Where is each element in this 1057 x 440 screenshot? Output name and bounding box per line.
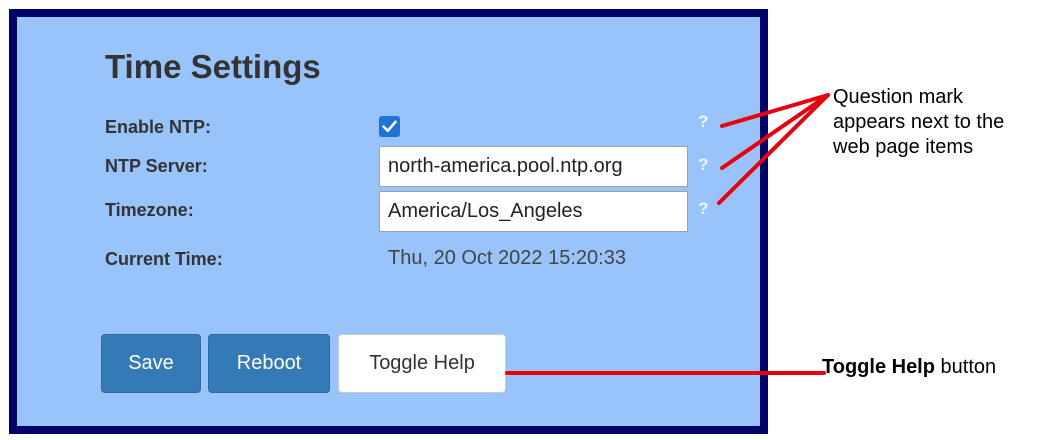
annotation-arrow-server bbox=[720, 93, 830, 170]
annotation-line: web page items bbox=[833, 136, 974, 158]
toggle-help-annotation-rest: button bbox=[934, 356, 997, 378]
question-mark-annotation: Question mark appears next to the web pa… bbox=[833, 85, 1053, 160]
annotation-line: Question mark bbox=[833, 86, 964, 108]
toggle-help-annotation-bold: Toggle Help bbox=[822, 356, 935, 378]
toggle-help-annotation: Toggle Help button bbox=[822, 356, 996, 379]
annotation-line: appears next to the bbox=[833, 111, 1005, 133]
